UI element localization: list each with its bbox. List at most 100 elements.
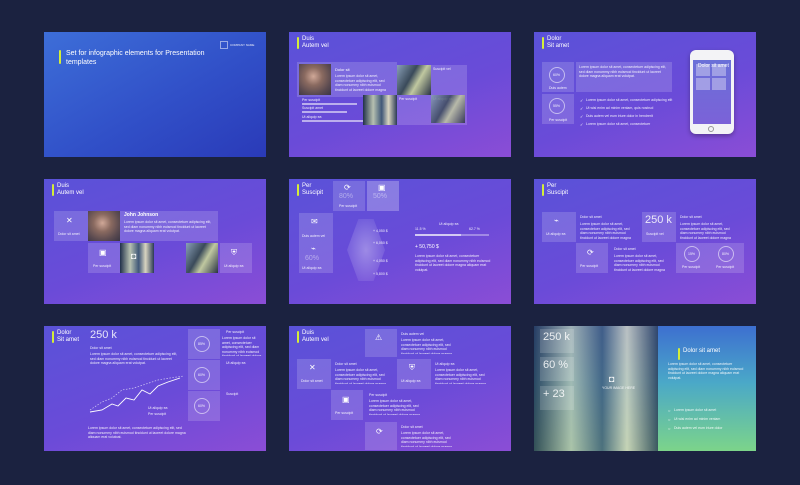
side-bullet-1: Lorem ipsum dolor sit amet [674,408,717,412]
cap-b: Dolor sit amet [335,362,357,366]
image-icon: ▣ [378,183,386,192]
profile-text: Lorem ipsum dolor sit amet, consectetuer… [335,74,386,92]
accent-bar [52,331,54,343]
hands-icon: ✕ [66,216,73,225]
check-icon: ✓ [580,122,584,127]
slide-title-line2: Sit amet [547,43,570,49]
body-text: Lorem ipsum dolor sit amet, consectetuer… [415,254,491,272]
refresh-icon: ⟳ [344,183,351,192]
bar-label-1: Per suscipit [302,98,321,102]
ring-pct-2: 60% [198,373,206,377]
accent-bar [297,331,299,343]
footer-text: Lorem ipsum dolor sit amet, consectetuer… [88,426,186,438]
heading-a: Dolor sit amet [580,215,602,219]
slide-2-thumbnail[interactable]: Duis Autem vel Dolor sit Lorem ipsum dol… [289,32,511,157]
pct-label-2: 62.7 % [469,227,480,231]
slide-title-line1: Dolor [547,36,562,42]
progress-bar-fill [415,234,461,236]
slide-6-thumbnail[interactable]: Per Suscipit ⌁ Ut aliquip ea Dolor sit a… [534,179,756,304]
stat-label-top: Duis autem [549,86,567,90]
side-heading: Dolor sit amet [683,348,721,354]
caption-top: Suscipit vel [433,67,451,71]
cap-c-text: Lorem ipsum dolor sit amet, consectetuer… [435,368,486,384]
slide-title-line2: Suscipit [302,190,324,196]
phone-tile [696,78,710,90]
lbl-b: Ut aliquip ea [401,379,421,383]
check-icon: ○ [668,417,671,422]
stat-1: 250 k [543,331,570,343]
ring-pct-1: 85% [198,342,206,346]
heading-c: Dolor sit amet [680,215,702,219]
phone-heading: Dolor sit amet [698,63,729,69]
slide-title-line1: Per [302,183,312,189]
refresh-icon: ⟳ [376,427,383,436]
cap-a-text: Lorem ipsum dolor sit amet, consectetuer… [401,338,452,354]
photo-landscape-a [120,243,154,273]
logo-icon [220,41,228,49]
stat-pct-3: 60% [305,255,320,262]
mail-icon: ✉ [311,217,318,226]
accent-bar [297,37,299,49]
ring-side-text: Lorem ipsum dolor sit amet, consectetuer… [222,336,262,356]
camera-icon: ◘ [609,374,615,384]
lbl-c: Per suscipit [335,411,354,415]
big-stat-label: Suscipit vel [646,232,664,236]
stat-pct-2: 50% [373,193,388,200]
phone-tile [712,78,726,90]
profile-name: Dolor sit [335,67,350,72]
ring-label-1: Per suscipit [226,330,245,334]
slide-5-thumbnail[interactable]: Per Suscipit ⟳ 80% Per suscipit ▣ 50% ✉ … [289,179,511,304]
slide-title: Set for infographic elements for Present… [66,50,205,66]
icon-card-c-label: Ut aliquip ea [224,264,244,268]
shield-icon: ⛨ [409,363,415,372]
photo-top [397,65,431,95]
cap-e: Dolor sit amet [401,425,423,429]
accent-bar [678,348,680,360]
value-4: + 5,800 $ [373,272,388,276]
cap-a: Duis autem vel [401,332,425,336]
slide-title-line2: Sit amet [57,337,80,343]
slide-title-line1: Duis [57,183,70,189]
chart-caption: Ut aliquip ea [439,222,459,226]
check-icon: ✓ [580,98,584,103]
progress-bar-1 [302,103,357,105]
slide-7-thumbnail[interactable]: Dolor Sit amet 250 k Dolor sit amet Lore… [44,326,266,451]
icon-card-a-label: Ut aliquip ea [546,232,566,236]
legend-a: Ut aliquip ea [148,406,168,410]
refresh-icon: ⟳ [587,248,594,257]
photo-middle [363,95,397,125]
check-icon: ✓ [580,114,584,119]
stat-2: 60 % [543,359,569,371]
hands-icon: ✕ [309,363,316,372]
cap-d-text: Lorem ipsum dolor sit amet, consectetuer… [369,399,420,415]
icon-card-b-label: Per suscipit [580,264,599,268]
value-2: + 6,050 $ [373,241,388,245]
trend-line-chart [89,375,185,413]
slide-9-thumbnail[interactable]: 250 k 60 % + 23 ◘ YOUR IMAGE HERE Dolor … [534,326,756,451]
slide-1-thumbnail[interactable]: Set for infographic elements for Present… [44,32,266,157]
slide-title-line1: Duis [302,36,315,42]
slide-3-thumbnail[interactable]: Dolor Sit amet 60% Duis autem 55% Per su… [534,32,756,157]
slide-title-line2: Suscipit [547,190,569,196]
slide-4-thumbnail[interactable]: Duis Autem vel ✕ Dolor sit amet John Joh… [44,179,266,304]
image-icon: ▣ [342,395,350,404]
photo-caption: YOUR IMAGE HERE [602,386,636,390]
warning-icon: ⚠ [375,333,383,342]
slide-title-line1: Dolor [57,330,72,336]
slide-8-thumbnail[interactable]: Duis Autem vel ⚠ Duis autem vel Lorem ip… [289,326,511,451]
slide-title-line2: Autem vel [302,43,329,49]
brand-logo: COMPANY NAME [220,40,260,52]
cap-c: Ut aliquip ea [435,362,455,366]
icon-card-a [542,212,576,242]
side-bullet-2: Ut wisi enim ad minim veniam [674,417,721,421]
intro-text: Lorem ipsum dolor sit amet, consectetuer… [90,352,178,365]
profile-name: John Johnson [124,212,159,218]
stat-label-4: Ut aliquip ea [302,266,322,270]
caption-mid: Per suscipit [399,97,418,101]
bullet-2: Ut wisi enim ad minim veniam, quis nostr… [586,106,654,110]
accent-bar [59,50,61,64]
stat-label-bottom: Per suscipit [549,118,568,122]
stat-label-1: Per suscipit [339,204,358,208]
check-icon: ✓ [580,106,584,111]
stat-3: + 23 [543,388,565,400]
